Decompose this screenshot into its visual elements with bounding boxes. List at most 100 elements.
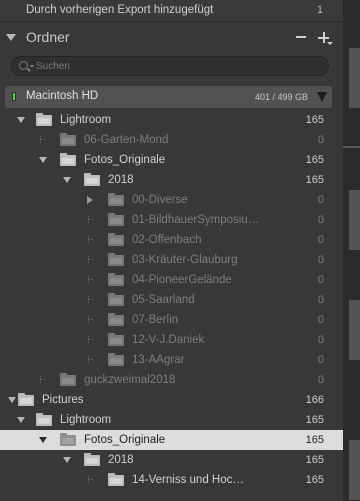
folder-row[interactable]: 06-Garten-Mond 0 xyxy=(0,130,343,150)
folder-icon xyxy=(108,353,124,366)
tree-line-icon xyxy=(39,136,47,144)
folder-label: 04-PioneerGelände xyxy=(132,274,232,286)
add-folder-icon[interactable] xyxy=(318,31,333,45)
folder-label: Fotos_Originale xyxy=(84,434,166,446)
folder-row[interactable]: 03-Kräuter-Glauburg 0 xyxy=(0,250,343,270)
folder-row[interactable]: Lightroom 165 xyxy=(0,110,343,130)
tree-line-icon xyxy=(87,356,95,364)
folder-label: 07-Berlin xyxy=(132,314,179,326)
folder-label: 14-Verniss und Hoc… xyxy=(132,474,244,486)
tree-line-icon xyxy=(87,316,95,324)
folder-icon xyxy=(36,413,52,426)
folder-row[interactable]: 04-PioneerGelände 0 xyxy=(0,270,343,290)
folder-icon xyxy=(18,393,34,406)
volume-menu-icon[interactable] xyxy=(317,92,327,102)
volume-bar[interactable]: Macintosh HD 401 / 499 GB xyxy=(5,86,332,108)
folder-count: 0 xyxy=(317,194,324,206)
folder-icon xyxy=(108,293,124,306)
search-icon[interactable] xyxy=(19,61,28,70)
tree-line-icon xyxy=(87,336,95,344)
disclosure-expanded-icon[interactable] xyxy=(63,457,71,463)
folder-count: 0 xyxy=(317,314,324,326)
folder-row[interactable]: 14-Verniss und Hoc… 165 xyxy=(0,470,343,490)
folder-count: 165 xyxy=(305,154,324,166)
folder-count: 165 xyxy=(305,414,324,426)
divider xyxy=(343,146,360,148)
disclosure-expanded-icon[interactable] xyxy=(17,117,25,123)
scroll-handle[interactable] xyxy=(349,48,360,108)
folder-count: 165 xyxy=(305,434,324,446)
folders-panel-header[interactable]: Ordner xyxy=(0,27,343,49)
folder-row[interactable]: Pictures 166 xyxy=(0,390,343,410)
folder-label: 00-Diverse xyxy=(132,194,188,206)
folder-icon xyxy=(108,193,124,206)
collection-count: 1 xyxy=(316,4,323,16)
folder-search-field[interactable] xyxy=(11,56,329,76)
folder-icon xyxy=(108,273,124,286)
folder-row[interactable]: 2018 165 xyxy=(0,450,343,470)
folder-label: 13-AAgrar xyxy=(132,354,185,366)
folder-count: 0 xyxy=(317,274,324,286)
tree-line-icon xyxy=(87,236,95,244)
disclosure-expanded-icon[interactable] xyxy=(63,177,71,183)
folder-count: 165 xyxy=(305,174,324,186)
folder-count: 165 xyxy=(305,114,324,126)
folder-icon xyxy=(108,313,124,326)
tree-line-icon xyxy=(87,296,95,304)
folder-icon xyxy=(108,233,124,246)
folder-label: 03-Kräuter-Glauburg xyxy=(132,254,238,266)
folder-count: 165 xyxy=(305,474,324,486)
disclosure-expanded-icon[interactable] xyxy=(17,417,25,423)
folder-row[interactable]: 13-AAgrar 0 xyxy=(0,350,343,370)
scroll-handle[interactable] xyxy=(349,190,360,250)
chevron-down-icon[interactable] xyxy=(30,65,34,68)
folder-row[interactable]: 00-Diverse 0 xyxy=(0,190,343,210)
volume-capacity: 401 / 499 GB xyxy=(254,92,308,102)
folder-label: Fotos_Originale xyxy=(84,154,166,166)
folder-row[interactable]: Fotos_Originale 165 xyxy=(0,430,343,450)
folder-row[interactable]: 05-Saarland 0 xyxy=(0,290,343,310)
folder-row[interactable]: 07-Berlin 0 xyxy=(0,310,343,330)
disclosure-expanded-icon[interactable] xyxy=(39,437,47,443)
folder-row[interactable]: 2018 165 xyxy=(0,170,343,190)
scroll-handle[interactable] xyxy=(349,300,360,360)
collapse-triangle-icon[interactable] xyxy=(6,34,16,41)
folder-row[interactable]: Fotos_Originale 165 xyxy=(0,150,343,170)
tree-line-icon xyxy=(87,476,95,484)
folder-row[interactable]: guckzweimal2018 0 xyxy=(0,370,343,390)
folder-row[interactable]: 02-Offenbach 0 xyxy=(0,230,343,250)
folder-count: 0 xyxy=(317,134,324,146)
folder-icon xyxy=(60,433,76,446)
folder-count: 0 xyxy=(317,214,324,226)
scroll-handle[interactable] xyxy=(349,440,360,500)
tree-line-icon xyxy=(87,276,95,284)
panel-title: Ordner xyxy=(26,29,70,45)
folder-label: 2018 xyxy=(108,174,134,186)
folder-icon xyxy=(60,153,76,166)
search-input[interactable] xyxy=(36,59,316,73)
tree-line-icon xyxy=(87,256,95,264)
folder-row[interactable]: 01-BildhauerSymposiu… 0 xyxy=(0,210,343,230)
disclosure-expanded-icon[interactable] xyxy=(39,157,47,163)
folder-icon xyxy=(60,373,76,386)
folder-tree: Lightroom 165 06-Garten-Mond 0 Fotos_Origina… xyxy=(0,110,343,490)
folder-count: 0 xyxy=(317,294,324,306)
remove-folder-icon[interactable] xyxy=(296,36,306,38)
volume-name: Macintosh HD xyxy=(26,90,99,102)
folder-label: 01-BildhauerSymposiu… xyxy=(132,214,260,226)
folder-label: 2018 xyxy=(108,454,134,466)
folder-count: 0 xyxy=(317,234,324,246)
folder-row[interactable]: Lightroom 165 xyxy=(0,410,343,430)
collection-row[interactable]: Durch vorherigen Export hinzugefügt 1 xyxy=(0,0,343,22)
tree-line-icon xyxy=(39,376,47,384)
disclosure-expanded-icon[interactable] xyxy=(8,397,16,403)
folder-count: 0 xyxy=(317,354,324,366)
folder-icon xyxy=(36,113,52,126)
collection-label: Durch vorherigen Export hinzugefügt xyxy=(26,4,214,16)
folder-icon xyxy=(84,453,100,466)
folder-count: 0 xyxy=(317,334,324,346)
folder-count: 165 xyxy=(305,454,324,466)
volume-status-icon xyxy=(12,92,16,101)
disclosure-collapsed-icon[interactable] xyxy=(87,196,93,204)
folder-row[interactable]: 12-V-J.Daniek 0 xyxy=(0,330,343,350)
